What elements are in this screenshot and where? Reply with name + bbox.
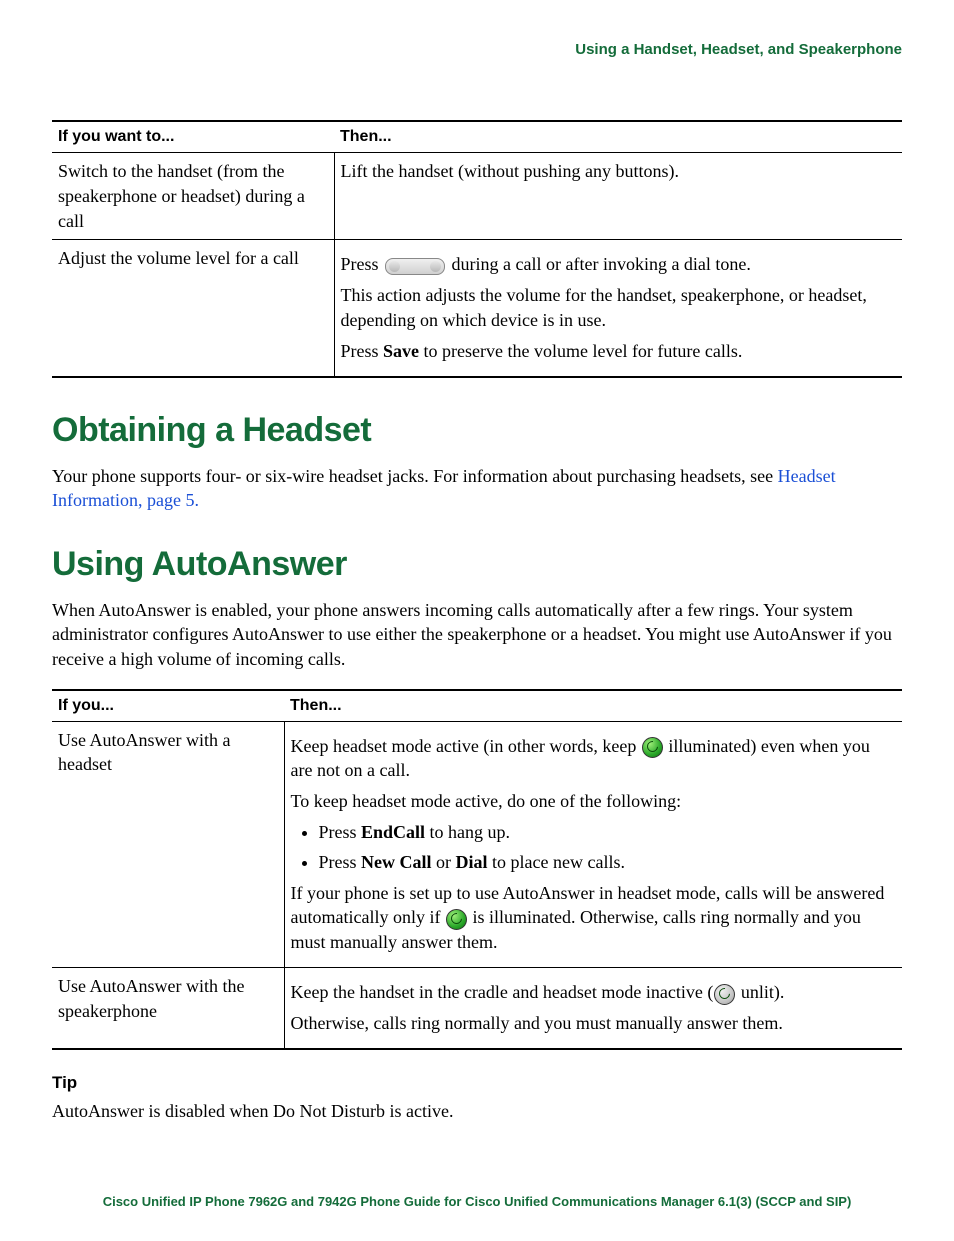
text: To keep headset mode active, do one of t… bbox=[291, 789, 897, 814]
cell: Keep the handset in the cradle and heads… bbox=[284, 968, 902, 1049]
paragraph: When AutoAnswer is enabled, your phone a… bbox=[52, 598, 902, 671]
text: Keep the handset in the cradle and heads… bbox=[291, 982, 714, 1002]
table-row: Switch to the handset (from the speakerp… bbox=[52, 152, 902, 239]
tip-label: Tip bbox=[52, 1072, 902, 1095]
text: Your phone supports four- or six-wire he… bbox=[52, 466, 778, 486]
cell: Switch to the handset (from the speakerp… bbox=[52, 152, 334, 239]
autoanswer-table: If you... Then... Use AutoAnswer with a … bbox=[52, 689, 902, 1050]
cell: Adjust the volume level for a call bbox=[52, 240, 334, 377]
text: Otherwise, calls ring normally and you m… bbox=[291, 1011, 897, 1036]
headset-button-off-icon bbox=[714, 984, 735, 1005]
cell: Keep headset mode active (in other words… bbox=[284, 721, 902, 968]
table-head: Then... bbox=[284, 690, 902, 721]
text: Keep headset mode active (in other words… bbox=[291, 736, 641, 756]
table-row: Adjust the volume level for a call Press… bbox=[52, 240, 902, 377]
text-bold: New Call bbox=[361, 852, 432, 872]
text: Press bbox=[341, 341, 384, 361]
list: Press EndCall to hang up. Press New Call… bbox=[319, 820, 897, 875]
text: Press bbox=[341, 254, 384, 274]
text: to place new calls. bbox=[488, 852, 625, 872]
heading-using-autoanswer: Using AutoAnswer bbox=[52, 542, 902, 588]
text-bold: Dial bbox=[456, 852, 488, 872]
audio-device-table: If you want to... Then... Switch to the … bbox=[52, 120, 902, 377]
headset-button-on-icon bbox=[446, 909, 467, 930]
text: or bbox=[432, 852, 456, 872]
text-bold: EndCall bbox=[361, 822, 425, 842]
cell: Use AutoAnswer with a headset bbox=[52, 721, 284, 968]
text: Press bbox=[319, 852, 362, 872]
page-footer: Cisco Unified IP Phone 7962G and 7942G P… bbox=[52, 1193, 902, 1211]
text: This action adjusts the volume for the h… bbox=[341, 283, 897, 333]
heading-obtaining-headset: Obtaining a Headset bbox=[52, 408, 902, 454]
tip-text: AutoAnswer is disabled when Do Not Distu… bbox=[52, 1099, 902, 1123]
table-head: If you... bbox=[52, 690, 284, 721]
page-header: Using a Handset, Headset, and Speakerpho… bbox=[52, 40, 902, 60]
volume-rocker-icon bbox=[385, 258, 445, 275]
table-row: Use AutoAnswer with the speakerphone Kee… bbox=[52, 968, 902, 1049]
headset-button-on-icon bbox=[642, 737, 663, 758]
text: unlit). bbox=[736, 982, 784, 1002]
table-head: If you want to... bbox=[52, 121, 334, 152]
table-head: Then... bbox=[334, 121, 902, 152]
text: to hang up. bbox=[425, 822, 510, 842]
table-row: Use AutoAnswer with a headset Keep heads… bbox=[52, 721, 902, 968]
cell: Use AutoAnswer with the speakerphone bbox=[52, 968, 284, 1049]
paragraph: Your phone supports four- or six-wire he… bbox=[52, 464, 902, 513]
text: Press bbox=[319, 822, 362, 842]
text: during a call or after invoking a dial t… bbox=[447, 254, 751, 274]
cell: Press during a call or after invoking a … bbox=[334, 240, 902, 377]
text: to preserve the volume level for future … bbox=[419, 341, 742, 361]
list-item: Press New Call or Dial to place new call… bbox=[319, 850, 897, 875]
list-item: Press EndCall to hang up. bbox=[319, 820, 897, 845]
cell: Lift the handset (without pushing any bu… bbox=[334, 152, 902, 239]
text-bold: Save bbox=[383, 341, 419, 361]
